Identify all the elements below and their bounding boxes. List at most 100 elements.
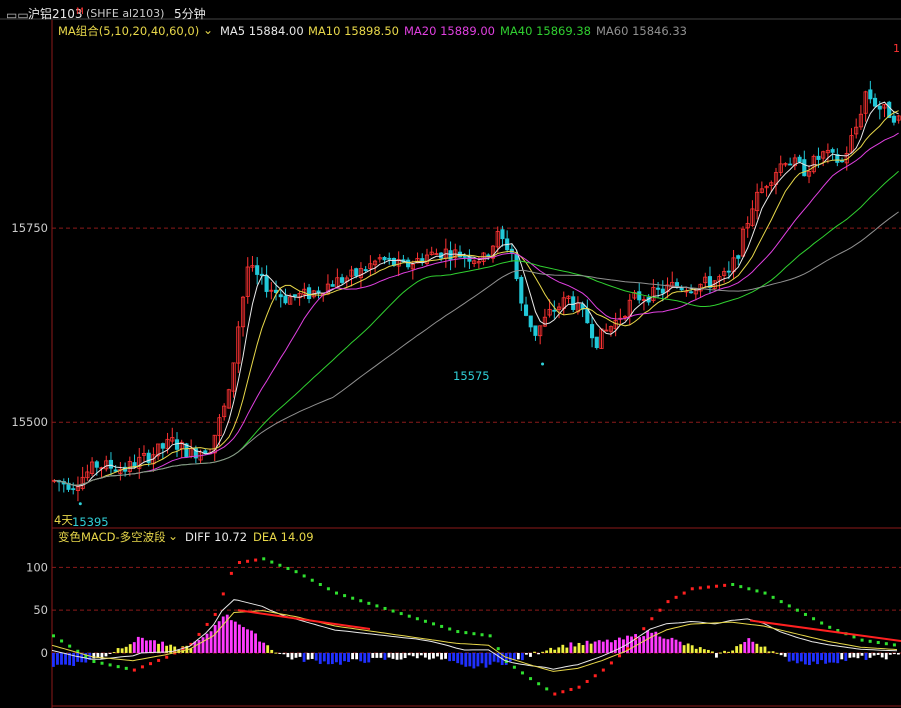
ma5-value: MA5 15884.00 bbox=[220, 24, 304, 38]
ma60-value: MA60 15846.33 bbox=[596, 24, 687, 38]
macd-histogram-bar bbox=[343, 652, 346, 662]
macd-dea-dot bbox=[747, 587, 751, 591]
macd-histogram-bar bbox=[852, 652, 856, 658]
candle-body bbox=[533, 325, 538, 336]
candle-body bbox=[255, 265, 260, 275]
macd-histogram-bar bbox=[76, 652, 80, 662]
candle-body bbox=[307, 287, 312, 300]
macd-histogram-bar bbox=[496, 652, 500, 663]
macd-histogram-bar bbox=[427, 652, 431, 660]
period-selector[interactable]: 5分钟 bbox=[174, 7, 206, 21]
macd-histogram-bar bbox=[593, 641, 597, 653]
macd-histogram-bar bbox=[383, 652, 387, 660]
macd-dea-dot bbox=[286, 566, 290, 570]
macd-dea-dot bbox=[391, 609, 395, 613]
macd-histogram-bar bbox=[440, 652, 443, 660]
macd-trend-line bbox=[749, 619, 901, 642]
macd-histogram-bar bbox=[419, 652, 423, 656]
macd-dea-dot bbox=[318, 583, 322, 587]
macd-histogram-bar bbox=[662, 638, 666, 653]
macd-histogram-bar bbox=[892, 652, 896, 655]
macd-histogram-bar bbox=[541, 651, 545, 653]
macd-histogram-bar bbox=[581, 645, 585, 653]
candle-body bbox=[174, 439, 180, 450]
macd-histogram-bar bbox=[415, 652, 419, 659]
macd-histogram-bar bbox=[876, 652, 880, 655]
macd-histogram-bar bbox=[848, 652, 852, 658]
macd-histogram-bar bbox=[116, 648, 120, 653]
macd-dea-dot bbox=[100, 661, 104, 665]
macd-histogram-bar bbox=[731, 650, 735, 653]
chart-canvas[interactable]: 15500 15750 0 50 100 bbox=[0, 0, 901, 708]
macd-histogram-bar bbox=[157, 643, 160, 653]
candle-body bbox=[528, 315, 533, 328]
macd-histogram-bar bbox=[306, 652, 310, 660]
macd-histogram-bar bbox=[880, 652, 884, 658]
macd-dea-dot bbox=[165, 655, 169, 659]
macd-dea-dot bbox=[205, 622, 209, 626]
macd-tick-label: 50 bbox=[33, 603, 48, 617]
candle-body bbox=[71, 488, 76, 491]
candle-body bbox=[264, 275, 269, 292]
macd-dea-dot bbox=[852, 635, 856, 639]
macd-dea-dot bbox=[351, 596, 355, 600]
macd-histogram-bar bbox=[743, 642, 747, 653]
macd-histogram-bar bbox=[448, 652, 452, 662]
macd-dea-dot bbox=[520, 671, 524, 675]
symbol-name[interactable]: 沪铝2103 bbox=[28, 7, 83, 21]
macd-histogram-bar bbox=[791, 652, 795, 661]
macd-histogram-bar bbox=[630, 636, 633, 653]
candle-body bbox=[382, 257, 387, 261]
chart-type-icon[interactable]: ▭▭ bbox=[6, 8, 29, 22]
macd-dea-dot bbox=[529, 677, 533, 681]
ma-indicator-name[interactable]: MA组合(5,10,20,40,60,0) bbox=[58, 24, 199, 38]
macd-histogram-bar bbox=[112, 652, 116, 654]
candle-body bbox=[830, 149, 835, 153]
macd-dea-dot bbox=[415, 617, 419, 621]
macd-histogram-bar bbox=[888, 652, 892, 655]
macd-dea-dot bbox=[197, 632, 201, 636]
candle-body bbox=[283, 295, 288, 304]
macd-dea-dot bbox=[149, 662, 153, 666]
macd-histogram-bar bbox=[488, 652, 492, 665]
macd-dea-dot bbox=[892, 643, 896, 647]
dea-value: DEA 14.09 bbox=[253, 530, 314, 544]
ma-dropdown-icon[interactable]: ⌄ bbox=[203, 23, 213, 37]
macd-histogram-bar bbox=[221, 616, 225, 653]
macd-histogram-bar bbox=[254, 633, 257, 653]
candle-body bbox=[868, 89, 873, 100]
macd-dea-dot bbox=[262, 557, 266, 561]
macd-histogram-bar bbox=[682, 645, 686, 653]
candle-body bbox=[590, 324, 595, 339]
macd-histogram-bar bbox=[387, 652, 391, 658]
macd-dea-dot bbox=[658, 608, 662, 612]
macd-histogram-bar bbox=[771, 651, 775, 653]
macd-dea-dot bbox=[803, 612, 807, 616]
macd-dropdown-icon[interactable]: ⌄ bbox=[168, 529, 178, 543]
macd-histogram-bar bbox=[262, 642, 266, 653]
candle-body bbox=[523, 304, 529, 316]
macd-dea-dot bbox=[884, 642, 888, 646]
macd-histogram-bar bbox=[476, 652, 480, 667]
macd-histogram-bar bbox=[577, 642, 581, 653]
macd-histogram-bar bbox=[783, 652, 787, 657]
macd-histogram-bar bbox=[108, 652, 112, 654]
macd-histogram-bar bbox=[278, 652, 282, 654]
macd-histogram-bar bbox=[896, 652, 900, 655]
macd-histogram-bar bbox=[573, 646, 577, 653]
macd-histogram-bar bbox=[698, 647, 702, 653]
macd-indicator-name[interactable]: 变色MACD-多空波段 bbox=[58, 530, 166, 544]
macd-histogram-bar bbox=[557, 647, 561, 653]
macd-dea-dot bbox=[92, 660, 96, 664]
macd-histogram-bar bbox=[452, 652, 456, 661]
macd-histogram-bar bbox=[601, 641, 605, 653]
macd-histogram-bar bbox=[144, 640, 148, 653]
macd-dea-dot bbox=[132, 668, 136, 672]
macd-histogram-bar bbox=[516, 652, 520, 660]
macd-histogram-bar bbox=[60, 652, 63, 665]
macd-histogram-bar bbox=[504, 652, 508, 665]
macd-histogram-bar bbox=[359, 652, 363, 662]
macd-histogram-bar bbox=[290, 652, 294, 660]
macd-histogram-bar bbox=[520, 652, 524, 661]
macd-histogram-bar bbox=[472, 652, 476, 669]
